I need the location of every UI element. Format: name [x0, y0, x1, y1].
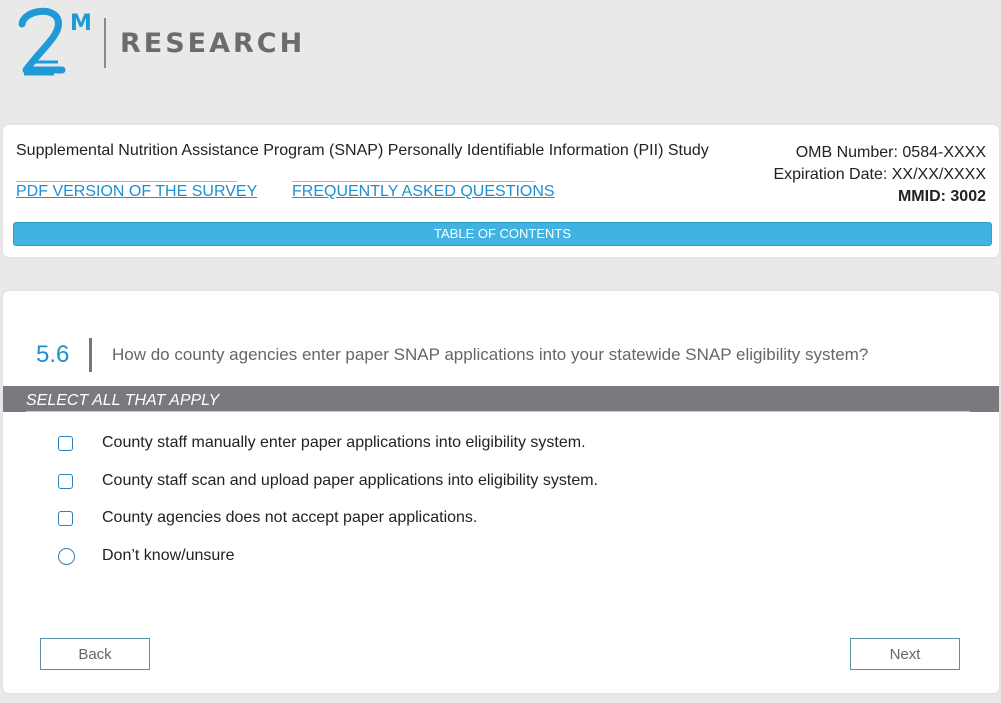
checkbox[interactable] — [58, 436, 73, 451]
radio-button[interactable] — [58, 548, 75, 565]
study-title: Supplemental Nutrition Assistance Progra… — [16, 142, 709, 159]
expiration-date: Expiration Date: XX/XX/XXXX — [773, 166, 986, 183]
mmid: MMID: 3002 — [897, 188, 986, 205]
instruction-underline — [26, 411, 970, 412]
logo-divider — [104, 18, 106, 68]
option-label: County staff scan and upload paper appli… — [102, 472, 598, 489]
checkbox[interactable] — [58, 511, 73, 526]
back-button[interactable]: Back — [40, 638, 150, 670]
question-text: How do county agencies enter paper SNAP … — [112, 345, 869, 364]
logo-mark-letter: M — [70, 11, 92, 36]
table-of-contents-button[interactable]: TABLE OF CONTENTS — [13, 222, 992, 246]
checkbox[interactable] — [58, 474, 73, 489]
header-card: Supplemental Nutrition Assistance Progra… — [3, 125, 999, 257]
company-logo: M RESEARCH — [12, 4, 312, 80]
faq-link[interactable]: FREQUENTLY ASKED QUESTIONS — [292, 183, 555, 201]
pdf-link-overline — [16, 181, 237, 182]
logo-wordmark: RESEARCH — [120, 28, 306, 59]
question-divider — [89, 338, 92, 372]
pdf-version-link[interactable]: PDF VERSION OF THE SURVEY — [16, 183, 257, 201]
option-label: County staff manually enter paper applic… — [102, 434, 586, 451]
option-label: Don’t know/unsure — [102, 547, 235, 564]
option-label: County agencies does not accept paper ap… — [102, 509, 478, 526]
omb-number: OMB Number: 0584-XXXX — [795, 144, 986, 161]
instruction-bar: SELECT ALL THAT APPLY — [3, 386, 999, 412]
faq-link-overline — [292, 181, 535, 182]
logo-2m-mark-icon: M — [18, 7, 92, 76]
question-card: 5.6 How do county agencies enter paper S… — [3, 291, 999, 693]
survey-page: M RESEARCH Supplemental Nutrition Assist… — [0, 0, 1001, 703]
omb-info: OMB Number: 0584-XXXX Expiration Date: X… — [773, 142, 986, 208]
next-button[interactable]: Next — [850, 638, 960, 670]
question-number: 5.6 — [36, 341, 70, 368]
